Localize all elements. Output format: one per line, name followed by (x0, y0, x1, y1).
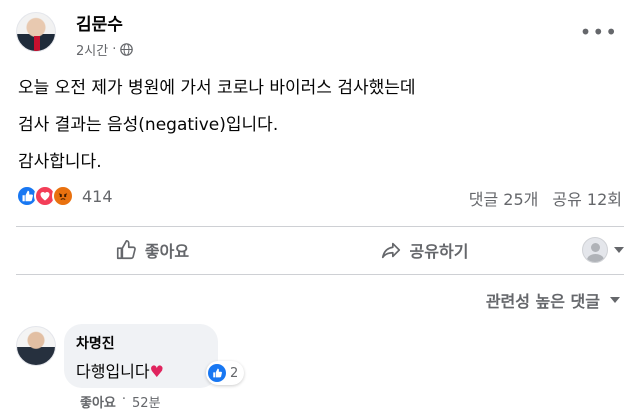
post-text-line: 오늘 오전 제가 병원에 가서 코로나 바이러스 검사했는데 (18, 78, 416, 98)
comment-text: 다행입니다♥ (76, 358, 206, 382)
reaction-count: 414 (82, 186, 113, 206)
post-text-line: 검사 결과는 음성(negative)입니다. (18, 115, 279, 135)
commenter-name[interactable]: 차명진 (76, 333, 206, 353)
chevron-down-icon (614, 247, 624, 253)
like-button-label: 좋아요 (144, 242, 190, 261)
comment-like-button[interactable]: 좋아요 (80, 392, 116, 411)
commenter-avatar[interactable] (16, 326, 56, 366)
comment-footer-separator: · (121, 392, 127, 407)
audience-selector[interactable] (560, 237, 624, 263)
globe-icon[interactable] (120, 43, 134, 56)
post-body: 오늘 오전 제가 병원에 가서 코로나 바이러스 검사했는데 검사 결과는 음성… (18, 70, 618, 181)
post-header: 김문수 2시간 · ••• (0, 0, 640, 68)
viewer-avatar (582, 237, 608, 263)
post-time[interactable]: 2시간 (76, 40, 108, 59)
share-arrow-icon (381, 242, 400, 259)
author-name[interactable]: 김문수 (76, 10, 123, 35)
comment-bubble: 차명진 다행입니다♥ (64, 324, 218, 388)
chevron-down-icon (610, 297, 620, 303)
post-actions: 좋아요 공유하기 (16, 228, 624, 272)
share-button[interactable]: 공유하기 (288, 230, 560, 270)
like-button[interactable]: 좋아요 (16, 230, 288, 270)
post-meta: 2시간 · (76, 40, 134, 59)
divider (16, 274, 624, 275)
engagement-counts: 댓글 25개 공유 12회 (469, 186, 622, 210)
reactions-summary[interactable]: 414 (16, 182, 113, 210)
divider (16, 226, 624, 227)
meta-separator: · (112, 42, 117, 57)
angry-reaction-icon (52, 185, 74, 207)
more-options-icon[interactable]: ••• (580, 20, 618, 44)
like-reaction-icon (208, 364, 226, 382)
post-text-line: 감사합니다. (18, 152, 102, 172)
heart-emoji-icon: ♥ (149, 362, 164, 381)
thumbs-up-icon (116, 240, 136, 260)
shares-count-link[interactable]: 공유 12회 (552, 186, 622, 210)
comment-footer: 좋아요 · 52분 (80, 392, 161, 411)
comment-text-body: 다행입니다 (76, 362, 150, 381)
comments-count-link[interactable]: 댓글 25개 (469, 186, 539, 210)
comment-reaction-count: 2 (230, 365, 239, 381)
author-avatar[interactable] (16, 12, 56, 52)
comment-sort-dropdown[interactable]: 관련성 높은 댓글 (486, 288, 620, 312)
comment-sort-label: 관련성 높은 댓글 (485, 292, 600, 311)
share-button-label: 공유하기 (409, 242, 469, 261)
comment-time[interactable]: 52분 (132, 392, 161, 411)
comment-reactions[interactable]: 2 (206, 361, 245, 385)
